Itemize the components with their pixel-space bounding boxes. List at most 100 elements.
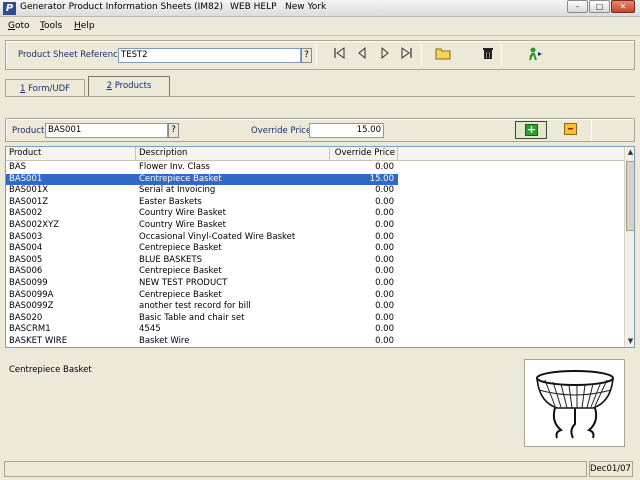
add-product-button[interactable]: + [515,121,547,139]
cell-description: Easter Baskets [139,196,202,207]
first-record-icon[interactable] [331,47,347,63]
cell-product: BAS002XYZ [9,220,60,230]
last-record-icon[interactable] [399,47,415,63]
table-row[interactable]: BAS0099Z another test record for bill 0.00 [6,301,398,313]
tab-form-label: Form/UDF [25,84,71,94]
trash-icon[interactable] [480,47,496,63]
minimize-button[interactable]: – [567,0,588,13]
scroll-down-icon[interactable]: ▼ [625,336,634,347]
cell-override-price: 0.00 [375,289,394,300]
app-logo-icon: P [3,2,16,15]
cell-description: Centrepiece Basket [139,289,222,300]
cell-override-price: 0.00 [375,278,394,288]
column-header-override-price[interactable]: Override Price [330,147,398,161]
folder-icon[interactable] [435,47,451,63]
product-image [524,359,625,447]
table-row[interactable]: BAS002XYZ Country Wire Basket 0.00 [6,220,398,232]
status-bar: Dec01/07 [0,458,640,480]
cell-product: BAS020 [9,312,43,323]
override-price-input[interactable]: 15.00 [309,123,384,138]
cell-description: Centrepiece Basket [139,266,222,277]
cell-description: Basket Wire [139,336,190,346]
cell-override-price: 0.00 [375,208,394,219]
grid-header: Product Description Override Price [6,147,624,161]
title-bar: P Generator Product Information Sheets (… [0,0,640,17]
table-row[interactable]: BAS004 Centrepiece Basket 0.00 [6,243,398,255]
table-row[interactable]: BAS001Z Easter Baskets 0.00 [6,197,398,209]
cell-product: BAS001Z [9,196,49,207]
cell-override-price: 0.00 [375,220,394,230]
cell-description: BLUE BASKETS [139,254,203,265]
toolbar-separator [316,44,317,66]
cell-description: NEW TEST PRODUCT [139,278,228,288]
product-input[interactable]: BAS001 [45,123,168,138]
scroll-thumb[interactable] [626,161,634,231]
cell-description: 4545 [139,324,161,335]
toolbar-separator [501,44,502,66]
cell-override-price: 0.00 [375,301,394,312]
cell-override-price: 0.00 [375,231,394,242]
menu-tools[interactable]: Tools [40,21,62,31]
reference-lookup-button[interactable]: ? [301,48,312,63]
tab-divider [5,96,635,97]
table-row[interactable]: BAS006 Centrepiece Basket 0.00 [6,266,398,278]
table-row[interactable]: BAS020 Basic Table and chair set 0.00 [6,313,398,325]
table-row[interactable]: BAS005 BLUE BASKETS 0.00 [6,255,398,267]
cell-product: BAS [9,162,27,172]
cell-description: Centrepiece Basket [139,243,222,254]
cell-product: BAS0099Z [9,301,54,312]
cell-override-price: 0.00 [375,162,394,172]
remove-product-icon[interactable]: – [564,122,577,135]
table-row[interactable]: BAS002 Country Wire Basket 0.00 [6,208,398,220]
column-header-description[interactable]: Description [136,147,330,161]
menu-goto[interactable]: Goto [8,21,30,31]
cell-override-price: 0.00 [375,196,394,207]
table-row[interactable]: BAS Flower Inv. Class 0.00 [6,162,398,174]
table-row[interactable]: BAS003 Occasional Vinyl-Coated Wire Baske… [6,232,398,244]
column-header-product[interactable]: Product [6,147,136,161]
cell-description: Centrepiece Basket [139,173,222,184]
plus-icon: + [525,123,538,136]
product-entry-bar: Product BAS001 ? Override Price 15.00 + … [5,118,635,142]
table-row[interactable]: BAS001X Serial at Invoicing 0.00 [6,185,398,197]
table-row[interactable]: BAS0099A Centrepiece Basket 0.00 [6,290,398,302]
cell-product: BASCRM1 [9,324,51,335]
product-lookup-button[interactable]: ? [168,123,179,138]
table-row[interactable]: BAS001 Centrepiece Basket 15.00 [6,173,398,186]
override-price-label: Override Price [251,126,312,136]
cell-description: another test record for bill [139,301,251,312]
scroll-up-icon[interactable]: ▲ [625,147,634,158]
table-row[interactable]: BAS0099 NEW TEST PRODUCT 0.00 [6,278,398,290]
cell-override-price: 0.00 [375,254,394,265]
cell-description: Country Wire Basket [139,208,226,219]
reference-toolbar: Product Sheet Reference TEST2 ? [5,40,635,70]
maximize-button[interactable]: □ [589,0,610,13]
products-grid[interactable]: Product Description Override Price BAS Fl… [5,146,635,348]
reference-input[interactable]: TEST2 [118,48,301,63]
menu-help[interactable]: Help [74,21,95,31]
tab-products[interactable]: 2 Products [88,76,170,96]
web-help-link[interactable]: WEB HELP [230,2,277,12]
close-button[interactable]: ✕ [611,0,635,13]
status-message [4,461,587,477]
cell-product: BAS003 [9,231,43,242]
vertical-scrollbar[interactable]: ▲ ▼ [624,147,634,347]
menu-tools-label: ools [43,21,63,31]
location-label: New York [285,2,327,12]
cell-product: BAS005 [9,254,43,265]
cell-description: Serial at Invoicing [139,185,216,196]
table-row[interactable]: BASKET WIRE Basket Wire 0.00 [6,336,398,347]
toolbar-separator [591,119,592,141]
reference-label: Product Sheet Reference [18,50,124,60]
basket-image-icon [536,370,614,439]
product-description-text: Centrepiece Basket [9,365,92,375]
cell-override-price: 0.00 [375,324,394,335]
tab-form-udf[interactable]: 1 Form/UDF [5,79,85,96]
user-add-icon[interactable] [527,47,543,63]
menu-help-label: elp [80,21,95,31]
previous-record-icon[interactable] [354,46,370,63]
table-row[interactable]: BASCRM1 4545 0.00 [6,324,398,336]
tab-products-label: Products [112,81,152,91]
cell-product: BAS0099 [9,278,48,288]
next-record-icon[interactable] [377,46,393,63]
